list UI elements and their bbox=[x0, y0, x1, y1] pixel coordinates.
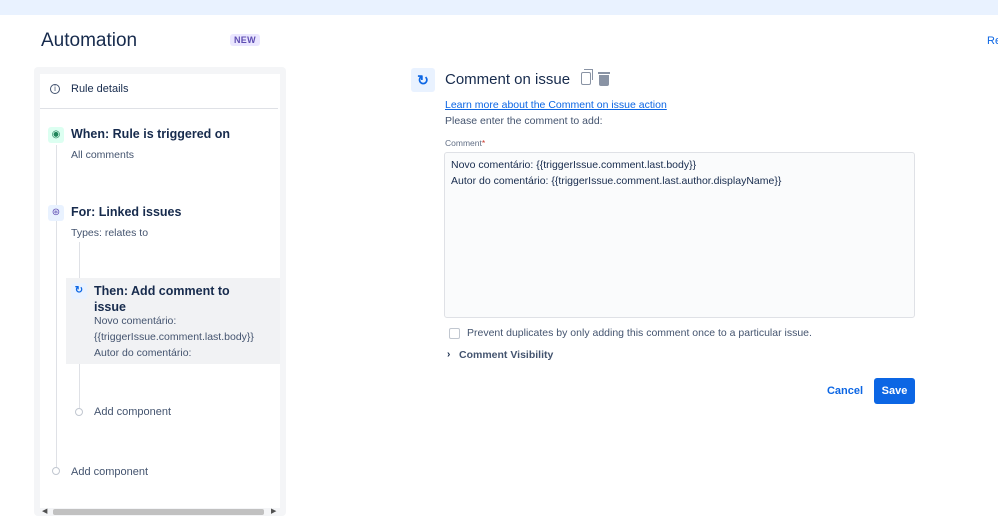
branch-icon: ⊛ bbox=[48, 205, 64, 221]
comment-trigger-icon: ◉ bbox=[48, 127, 64, 143]
trigger-step-subtitle: All comments bbox=[71, 149, 135, 161]
rule-details-label: Rule details bbox=[71, 83, 129, 95]
comment-visibility-toggle[interactable]: Comment Visibility bbox=[459, 349, 553, 361]
info-icon: i bbox=[50, 84, 60, 94]
scroll-right-arrow-icon[interactable]: ▶ bbox=[271, 507, 276, 515]
page-title: Automation bbox=[41, 30, 138, 51]
prevent-duplicates-checkbox[interactable] bbox=[449, 328, 460, 339]
comment-action-icon: ↻ bbox=[71, 283, 87, 299]
rule-details-item[interactable]: i Rule details bbox=[40, 76, 278, 109]
action-step-line: Autor do comentário: bbox=[94, 347, 192, 359]
scroll-left-arrow-icon[interactable]: ◀ bbox=[42, 507, 47, 515]
instruction-text: Please enter the comment to add: bbox=[445, 115, 603, 127]
action-step-line: Novo comentário: bbox=[94, 315, 177, 327]
add-component-inner-button[interactable]: Add component bbox=[94, 406, 171, 418]
comment-field-label: Comment* bbox=[445, 138, 486, 148]
add-component-node bbox=[52, 467, 60, 475]
action-step-title: Then: Add comment to issue bbox=[94, 284, 230, 314]
flow-connector-outer bbox=[56, 145, 57, 467]
header-right-link[interactable]: Re bbox=[987, 35, 998, 47]
action-step-line: {{triggerIssue.comment.last.body}} bbox=[94, 331, 254, 343]
add-component-outer-button[interactable]: Add component bbox=[71, 466, 148, 478]
comment-action-icon: ↻ bbox=[411, 68, 435, 92]
trash-icon[interactable] bbox=[598, 72, 610, 86]
branch-step-title[interactable]: For: Linked issues bbox=[71, 205, 181, 219]
prevent-duplicates-label[interactable]: Prevent duplicates by only adding this c… bbox=[467, 327, 812, 339]
action-title: Comment on issue bbox=[445, 71, 571, 88]
cancel-button[interactable]: Cancel bbox=[823, 378, 867, 404]
copy-icon[interactable] bbox=[581, 69, 593, 85]
scrollbar-thumb[interactable] bbox=[53, 509, 264, 515]
branch-step-subtitle: Types: relates to bbox=[71, 227, 149, 239]
comment-text-line: Autor do comentário: {{triggerIssue.comm… bbox=[451, 175, 782, 187]
save-button[interactable]: Save bbox=[874, 378, 915, 404]
trigger-step-title[interactable]: When: Rule is triggered on bbox=[71, 127, 230, 141]
comment-text-line: Novo comentário: {{triggerIssue.comment.… bbox=[451, 159, 697, 171]
new-badge: NEW bbox=[230, 34, 260, 46]
learn-more-link[interactable]: Learn more about the Comment on issue ac… bbox=[445, 99, 667, 111]
top-banner bbox=[0, 0, 998, 15]
add-component-node bbox=[75, 408, 83, 416]
chevron-right-icon[interactable]: › bbox=[447, 349, 450, 360]
